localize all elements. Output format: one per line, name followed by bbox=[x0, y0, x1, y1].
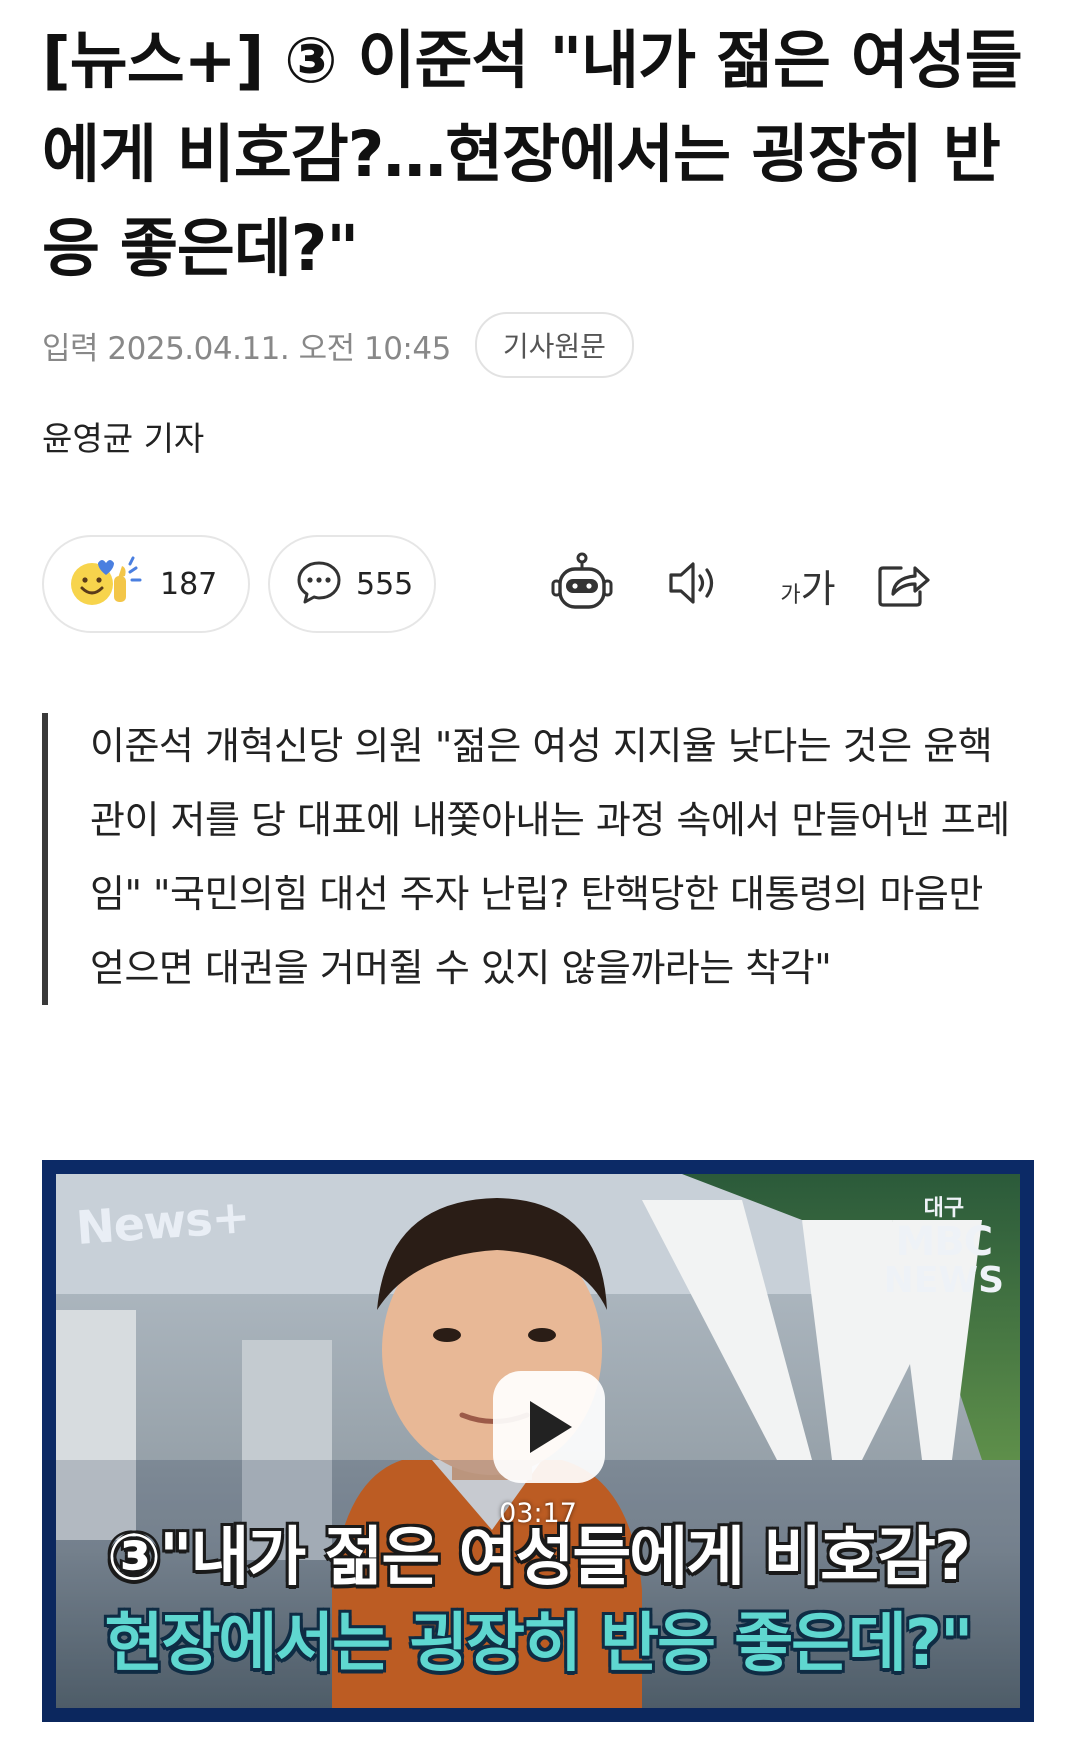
original-article-button[interactable]: 기사원문 bbox=[474, 312, 634, 378]
share-button[interactable] bbox=[868, 549, 940, 621]
channel-news: NEWS bbox=[883, 1260, 1004, 1301]
comment-bubble-icon bbox=[296, 559, 342, 609]
font-size-button[interactable]: 가 가 bbox=[766, 549, 850, 621]
video-caption-line2: 현장에서는 굉장히 반응 좋은데?" bbox=[104, 1607, 974, 1681]
channel-region: 대구 bbox=[923, 1196, 965, 1221]
play-icon bbox=[522, 1397, 576, 1457]
reaction-emoji-icon bbox=[68, 556, 146, 612]
article-action-bar: 187 555 가 가 bbox=[42, 535, 1042, 635]
video-duration: 03:17 bbox=[499, 1498, 577, 1529]
font-size-small-label: 가 bbox=[780, 582, 801, 608]
video-player[interactable]: News+ 대구 MBC NEWS ③"내가 젊은 여성들에게 비호감? 현장에… bbox=[42, 1160, 1034, 1722]
comment-button[interactable]: 555 bbox=[268, 535, 436, 633]
speaker-icon bbox=[667, 559, 721, 611]
summary-quote-text: 이준석 개혁신당 의원 "젊은 여성 지지율 낮다는 것은 윤핵관이 저를 당 … bbox=[90, 724, 1010, 990]
ai-summary-robot-icon bbox=[550, 552, 614, 618]
article-headline: [뉴스+] ③ 이준석 "내가 젊은 여성들에게 비호감?…현장에서는 굉장히 … bbox=[42, 24, 1023, 285]
ai-summary-button[interactable] bbox=[546, 549, 618, 621]
font-size-large-label: 가 bbox=[800, 566, 836, 611]
summary-quote: 이준석 개혁신당 의원 "젊은 여성 지지율 낮다는 것은 윤핵관이 저를 당 … bbox=[42, 713, 1017, 1005]
reporter-name: 윤영균 기자 bbox=[42, 419, 205, 458]
channel-logo: MBC bbox=[895, 1219, 993, 1265]
article-meta: 입력 2025.04.11. 오전 10:45 기사원문 bbox=[42, 312, 634, 378]
share-icon bbox=[877, 558, 931, 612]
reaction-count: 187 bbox=[160, 566, 218, 602]
font-size-icon: 가 가 bbox=[780, 558, 835, 613]
mbc-news-logo: 대구 MBC NEWS bbox=[884, 1190, 1004, 1300]
play-button[interactable] bbox=[493, 1371, 605, 1483]
reaction-button[interactable]: 187 bbox=[42, 535, 250, 633]
comment-count: 555 bbox=[356, 566, 414, 602]
publish-date: 입력 2025.04.11. 오전 10:45 bbox=[42, 330, 451, 367]
text-to-speech-button[interactable] bbox=[658, 549, 730, 621]
